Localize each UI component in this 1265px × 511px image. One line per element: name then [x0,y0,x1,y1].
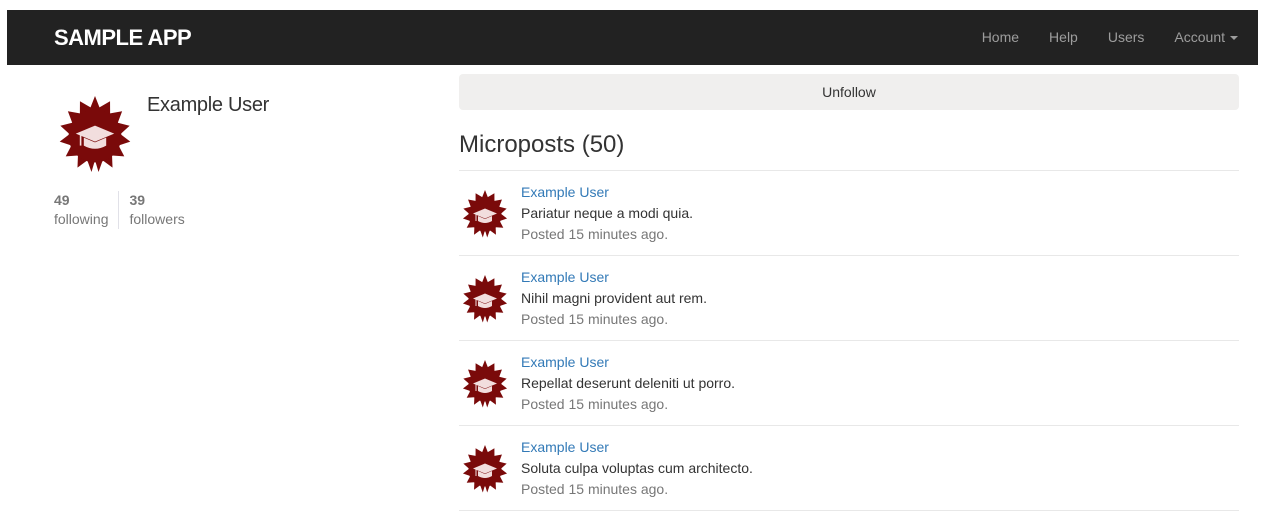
brand-logo[interactable]: sample app [54,25,192,51]
micropost-content: Repellat deserunt deleniti ut porro. [521,375,736,391]
micropost-item: Example User Repellat deserunt deleniti … [459,341,1239,426]
nav-users-link[interactable]: Users [1093,10,1160,65]
micropost-item: Example User Pariatur neque a modi quia.… [459,171,1239,256]
followers-label: followers [129,211,185,227]
user-avatar[interactable] [460,445,510,495]
unfollow-button[interactable]: Unfollow [459,74,1239,110]
following-stat[interactable]: 49 following [54,191,118,229]
micropost-user-link[interactable]: Example User [521,269,609,285]
top-strip [0,0,1265,10]
nav-menu: Home Help Users Account [967,10,1258,65]
micropost-content: Soluta culpa voluptas cum architecto. [521,460,753,476]
nav-account-label: Account [1174,29,1225,45]
micropost-timestamp: Posted 15 minutes ago. [521,396,669,412]
followers-stat[interactable]: 39 followers [118,191,194,229]
nav-home-link[interactable]: Home [967,10,1034,65]
micropost-timestamp: Posted 15 minutes ago. [521,226,669,242]
caret-down-icon [1230,36,1238,41]
micropost-user-link[interactable]: Example User [521,354,609,370]
nav-account-dropdown[interactable]: Account [1159,10,1258,65]
microposts-list: Example User Pariatur neque a modi quia.… [459,170,1239,511]
micropost-user-link[interactable]: Example User [521,439,609,455]
nav-help-link[interactable]: Help [1034,10,1093,65]
following-label: following [54,211,109,227]
micropost-user-link[interactable]: Example User [521,184,609,200]
micropost-content: Nihil magni provident aut rem. [521,290,707,306]
navbar: sample app Home Help Users Account [7,10,1258,65]
micropost-item: Example User Nihil magni provident aut r… [459,256,1239,341]
microposts-heading: Microposts (50) [459,131,625,158]
following-count: 49 [54,192,70,208]
profile-stats: 49 following 39 followers [54,191,195,229]
profile-avatar [59,96,131,172]
micropost-timestamp: Posted 15 minutes ago. [521,311,669,327]
user-avatar[interactable] [460,275,510,325]
micropost-content: Pariatur neque a modi quia. [521,205,693,221]
main-content: Unfollow Microposts (50) Example User Pa… [459,74,1239,511]
profile-name: Example User [147,94,269,116]
user-avatar[interactable] [460,360,510,410]
followers-count: 39 [129,192,146,208]
micropost-timestamp: Posted 15 minutes ago. [521,481,669,497]
micropost-item: Example User Soluta culpa voluptas cum a… [459,426,1239,511]
user-avatar[interactable] [460,190,510,240]
